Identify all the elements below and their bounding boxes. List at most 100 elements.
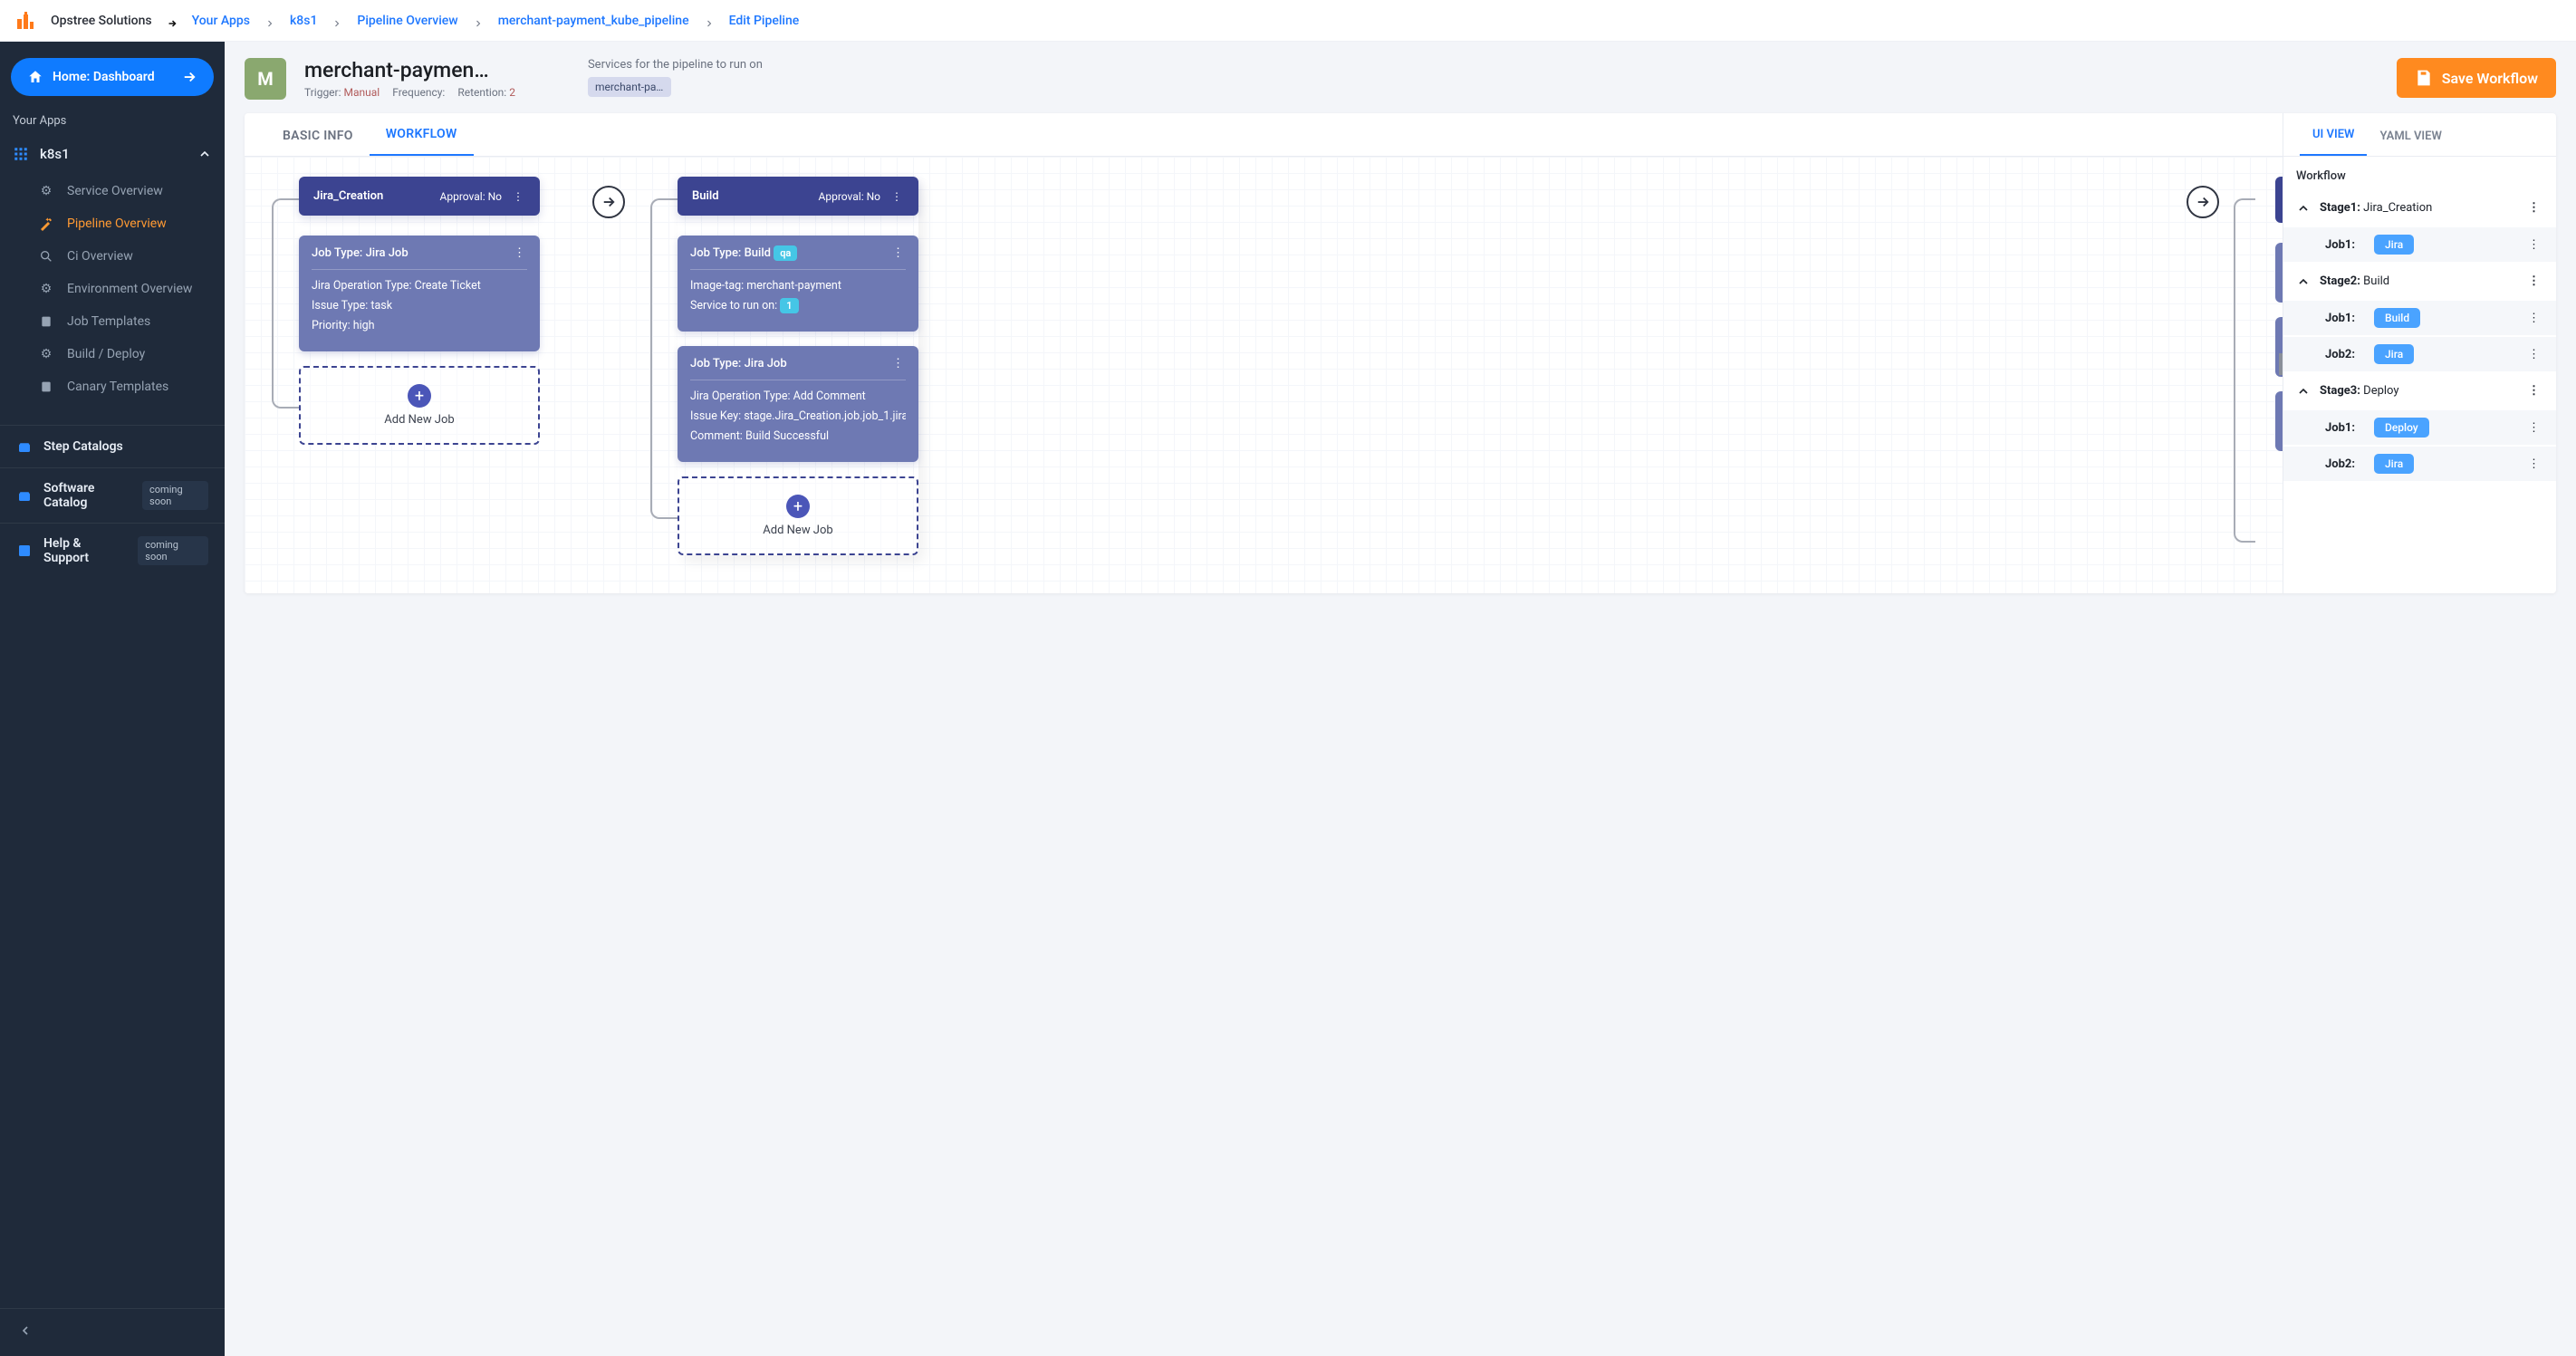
tree-job[interactable]: Job2: Jira ⋮ (2283, 337, 2556, 371)
job-card-jira[interactable]: Job Type: Jira Job ⋮ Jira Operation Type… (299, 236, 540, 351)
sidebar-collapse-button[interactable] (0, 1308, 225, 1356)
tree-job[interactable]: Job1: Deploy ⋮ (2283, 410, 2556, 445)
help-icon (16, 543, 33, 559)
apps-grid-icon (13, 146, 29, 162)
more-icon[interactable]: ⋮ (2524, 419, 2543, 437)
resize-handle[interactable] (2279, 353, 2283, 375)
sidebar-item-ci-overview[interactable]: Ci Overview (0, 240, 225, 273)
more-icon[interactable]: ⋮ (512, 246, 527, 260)
job-line: Jira Operation Type: Add Comment (690, 389, 906, 403)
sidebar-app-name: k8s1 (40, 146, 70, 162)
retention-label: Retention: (457, 86, 506, 99)
job-tag: Jira (2374, 344, 2414, 364)
workflow-tree-panel: UI VIEW YAML VIEW Workflow Stage1: Jira_… (2283, 113, 2556, 593)
more-icon[interactable]: ⋮ (2524, 346, 2543, 363)
catalog-icon (16, 487, 33, 504)
tree-title: Workflow (2283, 162, 2556, 190)
tree-job[interactable]: Job2: Jira ⋮ (2283, 447, 2556, 481)
more-icon[interactable]: ⋮ (2524, 273, 2543, 290)
gear-icon: ⚙ (38, 184, 54, 198)
more-icon[interactable]: ⋮ (2524, 456, 2543, 473)
more-icon[interactable]: ⋮ (511, 190, 525, 203)
sidebar-item-build-deploy[interactable]: ⚙ Build / Deploy (0, 338, 225, 370)
workflow-canvas[interactable]: Jira_Creation Approval: No ⋮ Job Type: J… (245, 157, 2283, 593)
chevron-up-icon (2296, 384, 2311, 399)
add-new-job-button[interactable]: + Add New Job (678, 476, 918, 555)
sidebar-item-service-overview[interactable]: ⚙ Service Overview (0, 175, 225, 207)
coming-soon-badge: coming soon (142, 481, 208, 510)
main-content: M merchant-payment_ku… Trigger: Manual F… (225, 42, 2576, 1356)
stage-arrow-icon (2187, 186, 2219, 218)
sidebar-item-label: Canary Templates (67, 380, 168, 394)
job-type: Job Type: Build (690, 246, 771, 260)
save-workflow-button[interactable]: Save Workflow (2397, 58, 2556, 98)
job-card-build[interactable]: Job Type: Build qa ⋮ Image-tag: merchant… (678, 236, 918, 332)
tree-job[interactable]: Job1: Jira ⋮ (2283, 227, 2556, 262)
sidebar-help-support[interactable]: Help & Support coming soon (0, 523, 225, 578)
add-job-label: Add New Job (301, 413, 538, 427)
tab-yaml-view[interactable]: YAML VIEW (2367, 130, 2454, 156)
more-icon[interactable]: ⋮ (890, 246, 906, 260)
chevron-up-icon (2296, 274, 2311, 289)
sidebar-software-catalog[interactable]: Software Catalog coming soon (0, 467, 225, 523)
job-line: Image-tag: merchant-payment (690, 279, 906, 293)
crumb-k8s1[interactable]: k8s1 (290, 14, 317, 28)
trigger-value: Manual (344, 86, 380, 99)
sidebar-item-job-templates[interactable]: Job Templates (0, 305, 225, 338)
more-icon[interactable]: ⋮ (890, 357, 906, 370)
tab-ui-view[interactable]: UI VIEW (2300, 128, 2367, 156)
software-catalog-label: Software Catalog (43, 481, 131, 510)
document-icon (38, 380, 54, 394)
service-chip[interactable]: merchant-payme… (588, 77, 671, 97)
crumb-your-apps[interactable]: Your Apps (192, 14, 250, 28)
document-icon (38, 314, 54, 329)
crumb-pipeline-overview[interactable]: Pipeline Overview (357, 14, 457, 28)
sidebar-nav: ⚙ Service Overview Pipeline Overview Ci … (0, 171, 225, 407)
tree-stage-1[interactable]: Stage1: Jira_Creation ⋮ (2283, 190, 2556, 226)
sidebar-step-catalogs[interactable]: Step Catalogs (0, 425, 225, 467)
stage-header[interactable]: Build Approval: No ⋮ (678, 177, 918, 216)
tab-basic-info[interactable]: BASIC INFO (266, 129, 370, 156)
more-icon[interactable]: ⋮ (889, 190, 904, 203)
add-new-job-button[interactable]: + Add New Job (299, 366, 540, 445)
stage-arrow-icon (592, 186, 625, 218)
home-icon (27, 69, 43, 85)
job-line: Issue Type: task (312, 299, 527, 313)
more-icon[interactable]: ⋮ (2524, 310, 2543, 327)
more-icon[interactable]: ⋮ (2524, 382, 2543, 399)
tree-stage-2[interactable]: Stage2: Build ⋮ (2283, 264, 2556, 299)
chevron-up-icon (2296, 201, 2311, 216)
more-icon[interactable]: ⋮ (2524, 199, 2543, 216)
home-dashboard-button[interactable]: Home: Dashboard (11, 58, 214, 96)
job-tag: Jira (2374, 454, 2414, 474)
page-header: M merchant-payment_ku… Trigger: Manual F… (245, 58, 2556, 101)
chevron-up-icon (197, 147, 212, 161)
crumb-edit-pipeline[interactable]: Edit Pipeline (729, 14, 800, 28)
chevron-right-icon (332, 15, 342, 26)
gear-icon: ⚙ (38, 282, 54, 296)
sidebar-app-k8s1[interactable]: k8s1 (0, 137, 225, 171)
stage-name: Jira_Creation (313, 189, 383, 203)
sidebar-item-environment-overview[interactable]: ⚙ Environment Overview (0, 273, 225, 305)
catalog-icon (16, 438, 33, 455)
sidebar-item-label: Build / Deploy (67, 347, 145, 361)
breadcrumb: Opstree Solutions Your Apps k8s1 Pipelin… (0, 0, 2576, 42)
tree-stage-3[interactable]: Stage3: Deploy ⋮ (2283, 373, 2556, 409)
stage-connector (650, 198, 678, 519)
tree-job[interactable]: Job1: Build ⋮ (2283, 301, 2556, 335)
crumb-pipeline-name[interactable]: merchant-payment_kube_pipeline (498, 14, 689, 28)
add-job-label: Add New Job (679, 524, 917, 537)
trigger-label: Trigger: (304, 86, 341, 99)
stage-approval: Approval: No (819, 190, 880, 203)
panel-tabs: BASIC INFO WORKFLOW (245, 113, 2283, 157)
gear-icon: ⚙ (38, 347, 54, 361)
stage-approval: Approval: No (440, 190, 502, 203)
more-icon[interactable]: ⋮ (2524, 236, 2543, 254)
tab-workflow[interactable]: WORKFLOW (370, 127, 474, 156)
job-card-jira[interactable]: Job Type: Jira Job ⋮ Jira Operation Type… (678, 346, 918, 462)
sidebar-item-pipeline-overview[interactable]: Pipeline Overview (0, 207, 225, 240)
chevron-right-icon (704, 15, 715, 26)
sidebar-item-canary-templates[interactable]: Canary Templates (0, 370, 225, 403)
stage-header[interactable]: Jira_Creation Approval: No ⋮ (299, 177, 540, 216)
plus-icon: + (786, 495, 810, 518)
